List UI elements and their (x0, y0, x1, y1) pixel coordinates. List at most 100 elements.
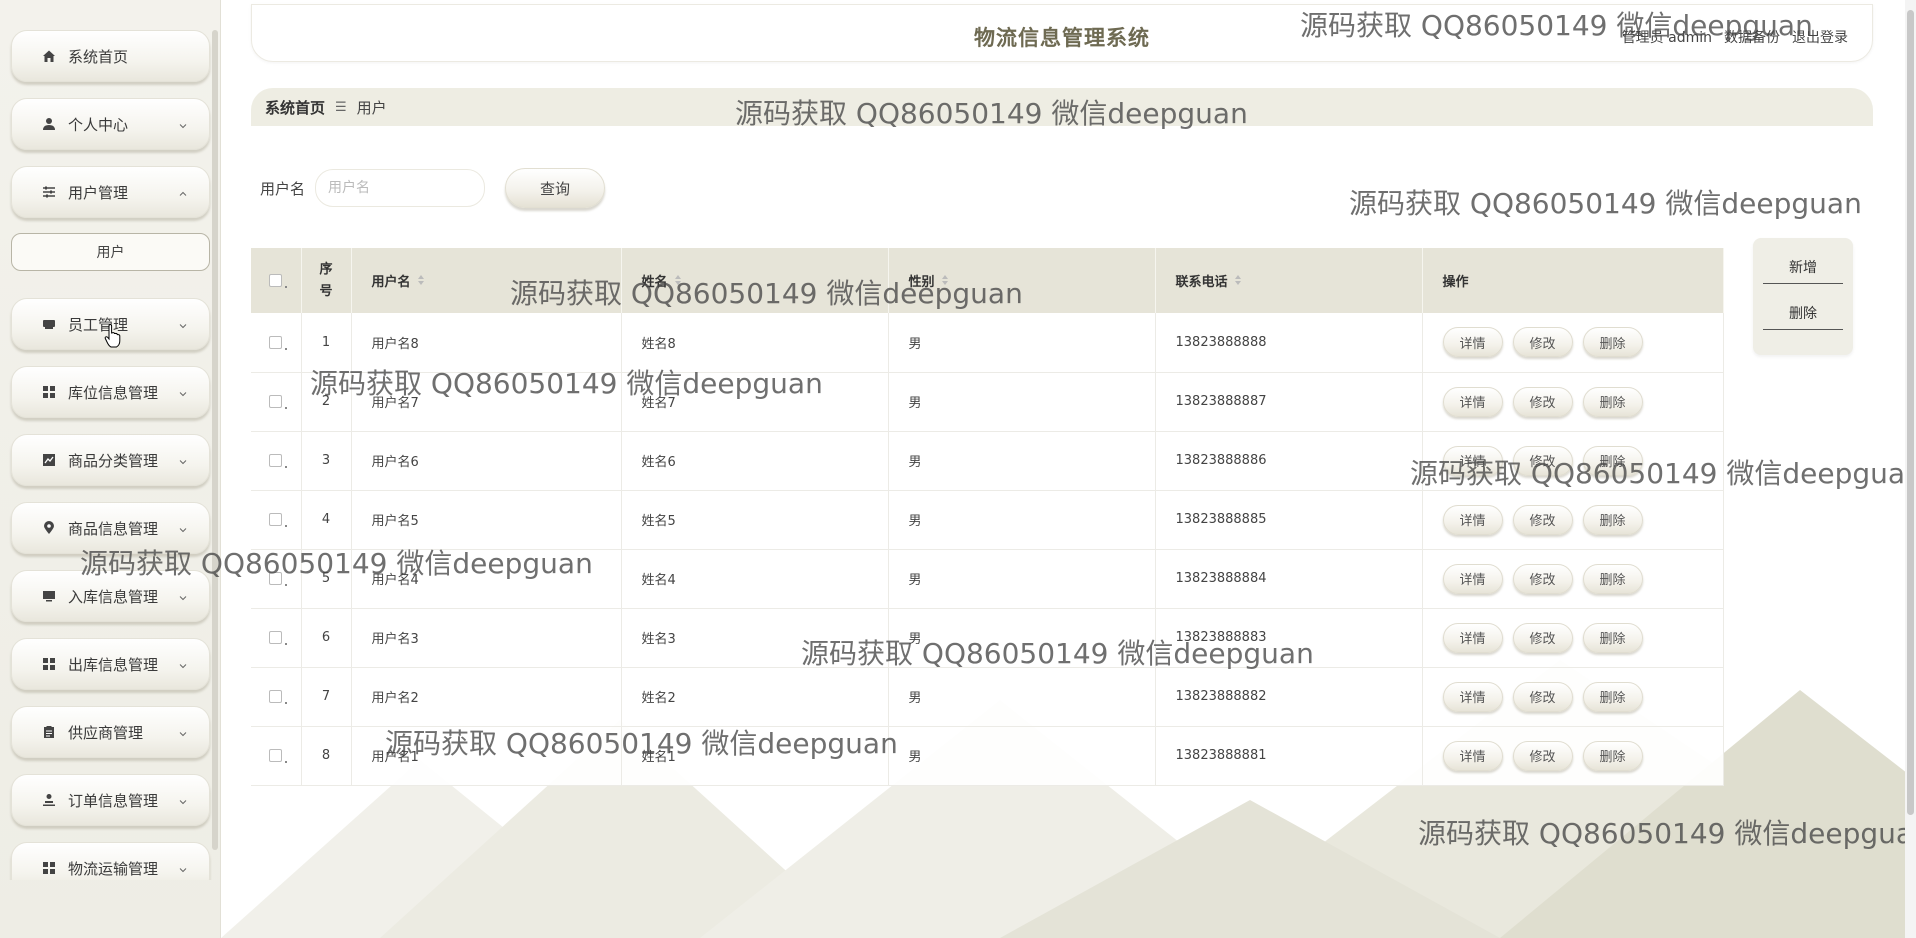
row-delete-button[interactable]: 删除 (1582, 681, 1643, 712)
sliders-icon (42, 185, 56, 199)
row-checkbox[interactable] (269, 572, 282, 585)
edit-button[interactable]: 修改 (1512, 445, 1573, 476)
edit-button[interactable]: 修改 (1512, 504, 1573, 535)
row-delete-button[interactable]: 删除 (1582, 327, 1643, 358)
chevron-down-icon (179, 520, 187, 533)
detail-button[interactable]: 详情 (1442, 445, 1503, 476)
detail-button[interactable]: 详情 (1442, 563, 1503, 594)
row-checkbox-cell (251, 726, 302, 785)
row-checkbox[interactable] (269, 631, 282, 644)
detail-button[interactable]: 详情 (1442, 327, 1503, 358)
add-button[interactable]: 新增 (1763, 250, 1843, 284)
table-row: 4 用户名5 姓名5 男 13823888885 详情 修改 删除 (251, 490, 1724, 549)
sort-icon[interactable] (1234, 274, 1242, 290)
delete-button[interactable]: 删除 (1763, 296, 1843, 330)
grid-icon (42, 385, 56, 399)
column-header-gender[interactable]: 性别 (888, 248, 1156, 313)
cell-gender: 男 (888, 431, 1156, 490)
table-row: 6 用户名3 姓名3 男 13823888883 详情 修改 删除 (251, 608, 1724, 667)
cell-phone: 13823888887 (1155, 372, 1423, 431)
row-checkbox[interactable] (269, 395, 282, 408)
sidebar-item-product-management[interactable]: 商品信息管理 (11, 502, 210, 554)
edit-button[interactable]: 修改 (1512, 563, 1573, 594)
edit-button[interactable]: 修改 (1512, 622, 1573, 653)
column-header-phone[interactable]: 联系电话 (1155, 248, 1423, 313)
row-delete-button[interactable]: 删除 (1582, 563, 1643, 594)
logout-link[interactable]: 退出登录 (1792, 27, 1848, 47)
grid-icon (42, 657, 56, 671)
sidebar-item-inbound-management[interactable]: 入库信息管理 (11, 570, 210, 622)
cell-ops: 详情 修改 删除 (1422, 667, 1724, 726)
sidebar-subitem-users[interactable]: 用户 (11, 233, 210, 271)
cell-username: 用户名1 (351, 726, 622, 785)
row-delete-button[interactable]: 删除 (1582, 445, 1643, 476)
edit-button[interactable]: 修改 (1512, 740, 1573, 771)
person-stand-icon (42, 793, 56, 807)
sidebar-item-label: 供应商管理 (68, 723, 144, 742)
cell-username: 用户名6 (351, 431, 622, 490)
detail-button[interactable]: 详情 (1442, 740, 1503, 771)
sidebar-item-order-management[interactable]: 订单信息管理 (11, 774, 210, 826)
sort-icon[interactable] (941, 274, 949, 290)
username-search-input[interactable] (315, 169, 486, 207)
sidebar-scrollbar[interactable] (212, 30, 218, 850)
data-backup-link[interactable]: 数据备份 (1724, 27, 1780, 47)
sidebar-item-label: 用户管理 (68, 183, 129, 202)
cell-no: 6 (301, 608, 352, 667)
cell-gender: 男 (888, 667, 1156, 726)
sidebar-item-outbound-management[interactable]: 出库信息管理 (11, 638, 210, 690)
column-header-username[interactable]: 用户名 (351, 248, 622, 313)
detail-button[interactable]: 详情 (1442, 681, 1503, 712)
row-delete-button[interactable]: 删除 (1582, 740, 1643, 771)
row-checkbox[interactable] (269, 690, 282, 703)
monitor-icon (42, 589, 56, 603)
user-table: 序号 用户名 姓名 性别 联系电话 操作 1 用户名8 姓名8 男 1382388888… (251, 248, 1724, 785)
hand-cursor-icon (104, 324, 121, 348)
sidebar-item-label: 订单信息管理 (68, 791, 159, 810)
cell-name: 姓名8 (621, 313, 889, 372)
sidebar-item-label: 入库信息管理 (68, 587, 159, 606)
sidebar-item-supplier-management[interactable]: 供应商管理 (11, 706, 210, 758)
sidebar-item-category-management[interactable]: 商品分类管理 (11, 434, 210, 486)
cell-gender: 男 (888, 490, 1156, 549)
cell-name: 姓名4 (621, 549, 889, 608)
detail-button[interactable]: 详情 (1442, 504, 1503, 535)
sidebar-item-personal-center[interactable]: 个人中心 (11, 98, 210, 150)
detail-button[interactable]: 详情 (1442, 386, 1503, 417)
page-scrollbar-thumb[interactable] (1907, 10, 1914, 815)
query-button[interactable]: 查询 (505, 168, 606, 208)
edit-button[interactable]: 修改 (1512, 327, 1573, 358)
row-checkbox[interactable] (269, 513, 282, 526)
breadcrumb-home[interactable]: 系统首页 (265, 97, 325, 118)
detail-button[interactable]: 详情 (1442, 622, 1503, 653)
sidebar-item-user-management[interactable]: 用户管理 (11, 166, 210, 218)
sort-icon[interactable] (674, 274, 682, 290)
sidebar-item-location-management[interactable]: 库位信息管理 (11, 366, 210, 418)
row-checkbox[interactable] (269, 454, 282, 467)
select-all-checkbox[interactable] (269, 274, 282, 287)
sidebar-item-home[interactable]: 系统首页 (11, 30, 210, 82)
sidebar-item-logistics-management[interactable]: 物流运输管理 (11, 842, 210, 880)
cell-name: 姓名2 (621, 667, 889, 726)
sidebar-scrollbar-thumb[interactable] (212, 30, 218, 850)
row-checkbox[interactable] (269, 335, 282, 349)
top-header: 物流信息管理系统 管理员 admin 数据备份 退出登录 (251, 4, 1873, 62)
row-delete-button[interactable]: 删除 (1582, 504, 1643, 535)
page-scrollbar[interactable] (1905, 0, 1916, 938)
row-delete-button[interactable]: 删除 (1582, 386, 1643, 417)
row-checkbox[interactable] (269, 749, 282, 762)
edit-button[interactable]: 修改 (1512, 386, 1573, 417)
column-header-name[interactable]: 姓名 (621, 248, 889, 313)
cell-phone: 13823888882 (1155, 667, 1423, 726)
sidebar-item-label: 出库信息管理 (68, 655, 159, 674)
edit-button[interactable]: 修改 (1512, 681, 1573, 712)
chart-icon (42, 453, 56, 467)
search-bar: 用户名 查询 (260, 168, 606, 208)
sort-icon[interactable] (417, 274, 425, 290)
cell-phone: 13823888888 (1155, 313, 1423, 372)
row-delete-button[interactable]: 删除 (1582, 622, 1643, 653)
sidebar-item-label: 物流运输管理 (68, 859, 159, 878)
row-checkbox-cell (251, 431, 302, 490)
table-row: 2 用户名7 姓名7 男 13823888887 详情 修改 删除 (251, 372, 1724, 431)
cell-no: 8 (301, 726, 352, 785)
